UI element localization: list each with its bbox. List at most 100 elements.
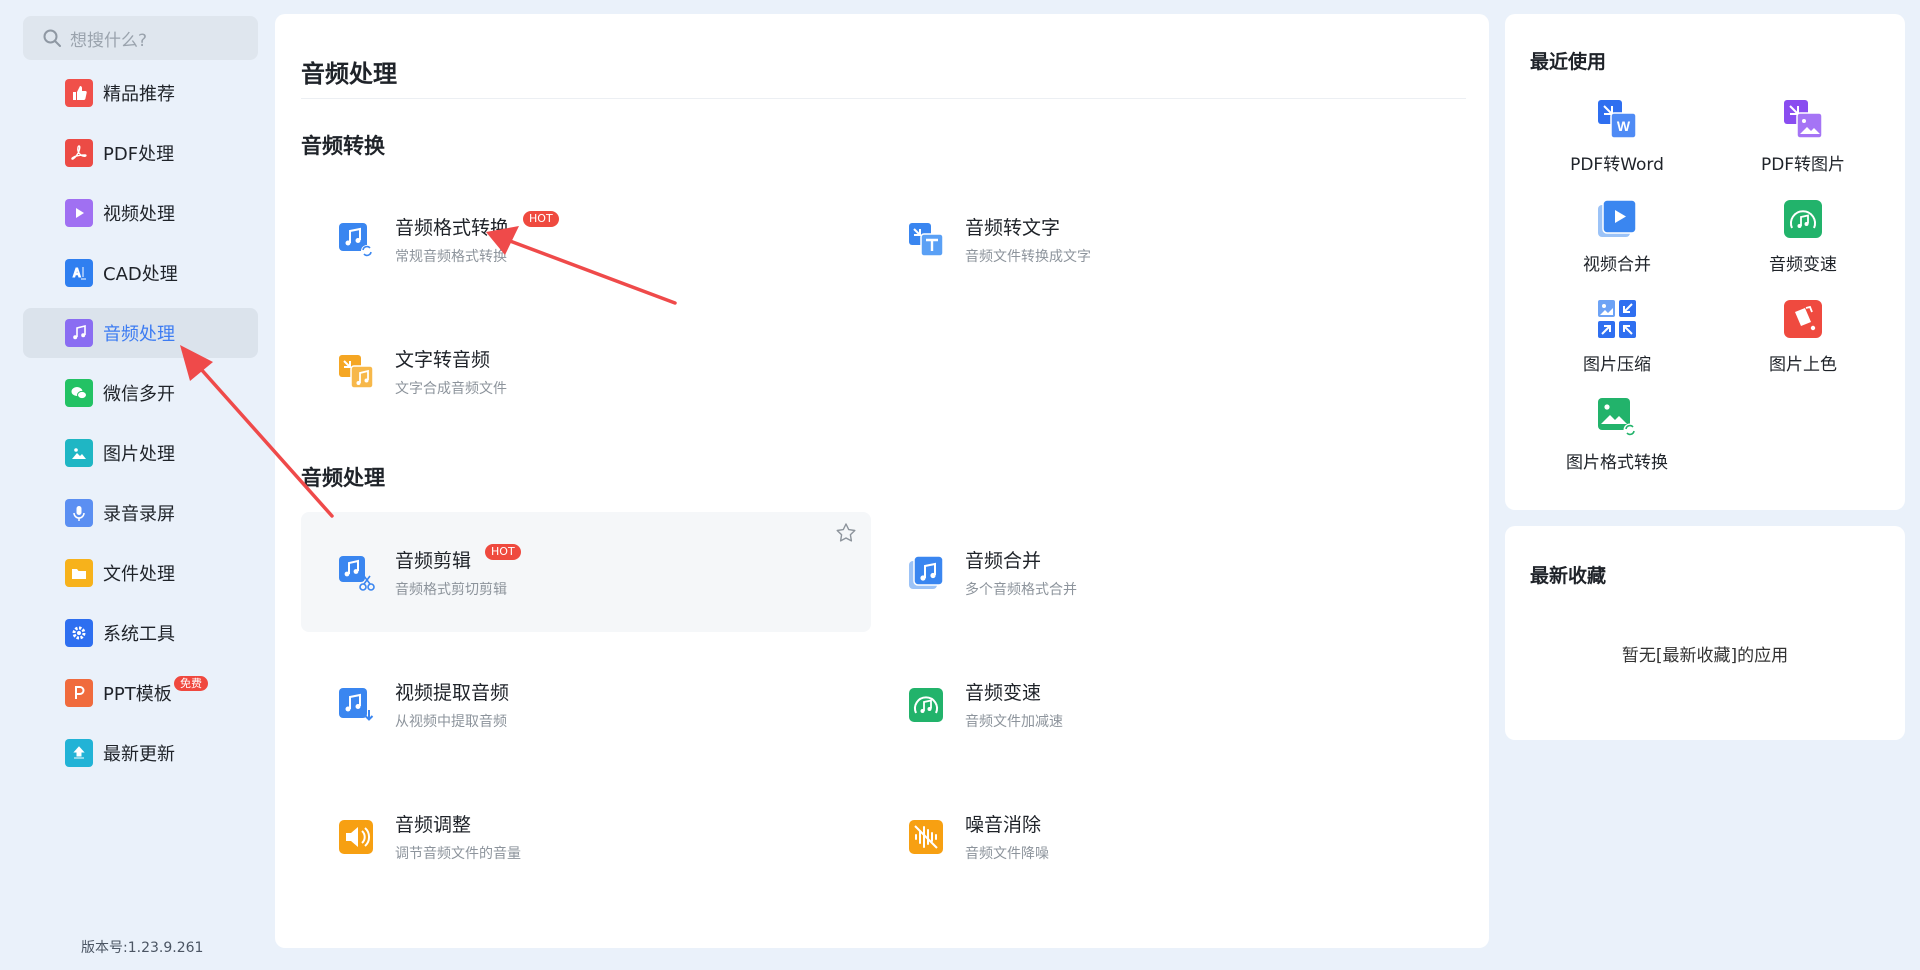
sidebar-item-label: 系统工具 xyxy=(103,624,175,645)
section-title-audio-process: 音频处理 xyxy=(301,466,385,490)
tool-desc: 音频格式剪切剪辑 xyxy=(395,581,507,598)
recent-item-label: 图片格式转换 xyxy=(1566,453,1668,473)
tool-audio-to-text[interactable]: 音频转文字 音频文件转换成文字 xyxy=(871,179,1441,299)
sidebar-item-system-tools[interactable]: 系统工具 xyxy=(23,608,258,658)
sidebar-item-label: 音频处理 xyxy=(103,324,175,345)
tool-audio-merge[interactable]: 音频合并 多个音频格式合并 xyxy=(871,512,1441,632)
section-title-audio-convert: 音频转换 xyxy=(301,134,385,158)
sidebar-item-label: 录音录屏 xyxy=(103,504,175,525)
recent-item-label: PDF转Word xyxy=(1570,155,1664,175)
gear-icon xyxy=(65,619,93,647)
image-format-icon xyxy=(1596,396,1638,438)
audio-to-text-icon xyxy=(907,219,945,259)
sidebar-item-recommended[interactable]: 精品推荐 xyxy=(23,68,258,118)
tool-video-extract-audio[interactable]: 视频提取音频 从视频中提取音频 xyxy=(301,644,871,764)
favorites-panel: 最新收藏 暂无[最新收藏]的应用 xyxy=(1505,526,1905,740)
tool-volume-adjust[interactable]: 音频调整 调节音频文件的音量 xyxy=(301,776,871,896)
music-note-icon xyxy=(65,319,93,347)
sidebar-item-image[interactable]: 图片处理 xyxy=(23,428,258,478)
video-merge-icon xyxy=(1596,198,1638,240)
tool-desc: 音频文件转换成文字 xyxy=(965,248,1091,265)
tool-name: 文字转音频 xyxy=(395,348,491,371)
recent-item-image-colorize[interactable]: 图片上色 xyxy=(1713,298,1893,375)
folder-icon xyxy=(65,559,93,587)
search-placeholder: 想搜什么? xyxy=(70,30,148,51)
image-icon xyxy=(65,439,93,467)
recent-title: 最近使用 xyxy=(1530,51,1607,73)
sidebar-item-cad[interactable]: CAD处理 xyxy=(23,248,258,298)
recent-item-audio-speed[interactable]: 音频变速 xyxy=(1713,198,1893,275)
image-colorize-icon xyxy=(1782,298,1824,340)
audio-speed-icon xyxy=(907,684,945,724)
search-icon xyxy=(43,29,61,47)
tool-desc: 音频文件降噪 xyxy=(965,845,1049,862)
version-label: 版本号:1.23.9.261 xyxy=(81,940,204,956)
sidebar-item-updates[interactable]: 最新更新 xyxy=(23,728,258,778)
tool-audio-cut[interactable]: 音频剪辑 HOT 音频格式剪切剪辑 xyxy=(301,512,871,632)
image-compress-icon xyxy=(1596,298,1638,340)
play-icon xyxy=(65,199,93,227)
pdf-to-image-icon xyxy=(1782,98,1824,140)
search-input[interactable]: 想搜什么? xyxy=(23,16,258,60)
recent-item-pdf-to-word[interactable]: W PDF转Word xyxy=(1527,98,1707,175)
main-panel: 音频处理 音频转换 音频格式转换 HOT 常规音频格式转换 音频转文字 音频文件转… xyxy=(275,14,1489,948)
sidebar-item-label: CAD处理 xyxy=(103,264,178,285)
sidebar-item-ppt[interactable]: PPT模板 免费 xyxy=(23,668,258,718)
recent-item-video-merge[interactable]: 视频合并 xyxy=(1527,198,1707,275)
tool-name: 音频合并 xyxy=(965,549,1042,572)
sidebar-item-label: 文件处理 xyxy=(103,564,175,585)
tool-name: 音频剪辑 xyxy=(395,549,472,572)
tool-text-to-audio[interactable]: 文字转音频 文字合成音频文件 xyxy=(301,311,871,431)
sidebar-nav: 精品推荐 PDF处理 视频处理 CAD处理 音频处理 微信多开 图片处理 录音录… xyxy=(23,68,258,788)
tool-desc: 文字合成音频文件 xyxy=(395,380,507,397)
sidebar-item-label: 微信多开 xyxy=(103,384,175,405)
sidebar-item-wechat[interactable]: 微信多开 xyxy=(23,368,258,418)
recent-item-label: 音频变速 xyxy=(1769,255,1837,275)
sidebar-item-label: PPT模板 xyxy=(103,684,172,705)
recent-panel: 最近使用 W PDF转Word PDF转图片 视频合并 音频变速 图片压缩 图片… xyxy=(1505,14,1905,510)
hot-badge: HOT xyxy=(523,211,559,227)
sidebar-item-audio[interactable]: 音频处理 xyxy=(23,308,258,358)
audio-speed-icon xyxy=(1782,198,1824,240)
recent-item-image-format[interactable]: 图片格式转换 xyxy=(1527,396,1707,473)
audio-convert-icon xyxy=(337,219,375,259)
tool-desc: 音频文件加减速 xyxy=(965,713,1063,730)
sidebar-item-pdf[interactable]: PDF处理 xyxy=(23,128,258,178)
sidebar-item-record[interactable]: 录音录屏 xyxy=(23,488,258,538)
recent-item-label: PDF转图片 xyxy=(1760,155,1846,175)
recent-item-image-compress[interactable]: 图片压缩 xyxy=(1527,298,1707,375)
tool-desc: 常规音频格式转换 xyxy=(395,248,507,265)
sidebar-item-label: 最新更新 xyxy=(103,744,175,765)
sidebar-item-video[interactable]: 视频处理 xyxy=(23,188,258,238)
tool-name: 音频变速 xyxy=(965,681,1042,704)
page-title: 音频处理 xyxy=(301,60,397,88)
noise-reduce-icon xyxy=(907,816,945,856)
sidebar-item-label: 精品推荐 xyxy=(103,84,175,105)
free-badge: 免费 xyxy=(174,676,208,691)
sidebar-item-label: 视频处理 xyxy=(103,204,175,225)
tool-name: 音频格式转换 xyxy=(395,216,510,239)
ppt-icon xyxy=(65,679,93,707)
star-icon[interactable] xyxy=(835,522,857,544)
upload-icon xyxy=(65,739,93,767)
recent-item-label: 视频合并 xyxy=(1583,255,1651,275)
volume-icon xyxy=(337,816,375,856)
recent-item-pdf-to-image[interactable]: PDF转图片 xyxy=(1713,98,1893,175)
tool-name: 音频转文字 xyxy=(965,216,1061,239)
tool-audio-format-convert[interactable]: 音频格式转换 HOT 常规音频格式转换 xyxy=(301,179,871,299)
tool-name: 噪音消除 xyxy=(965,813,1042,836)
recent-item-label: 图片上色 xyxy=(1769,355,1837,375)
pdf-icon xyxy=(65,139,93,167)
sidebar: 想搜什么? 精品推荐 PDF处理 视频处理 CAD处理 音频处理 微信多开 图片… xyxy=(0,0,272,970)
pdf-to-word-icon: W xyxy=(1596,98,1638,140)
tool-desc: 从视频中提取音频 xyxy=(395,713,507,730)
text-to-audio-icon xyxy=(337,351,375,391)
audio-cut-icon xyxy=(337,552,375,592)
tool-audio-speed[interactable]: 音频变速 音频文件加减速 xyxy=(871,644,1441,764)
sidebar-item-file[interactable]: 文件处理 xyxy=(23,548,258,598)
recent-item-label: 图片压缩 xyxy=(1583,355,1651,375)
tool-noise-reduce[interactable]: 噪音消除 音频文件降噪 xyxy=(871,776,1441,896)
wechat-icon xyxy=(65,379,93,407)
hot-badge: HOT xyxy=(485,544,521,560)
tool-desc: 调节音频文件的音量 xyxy=(395,845,521,862)
